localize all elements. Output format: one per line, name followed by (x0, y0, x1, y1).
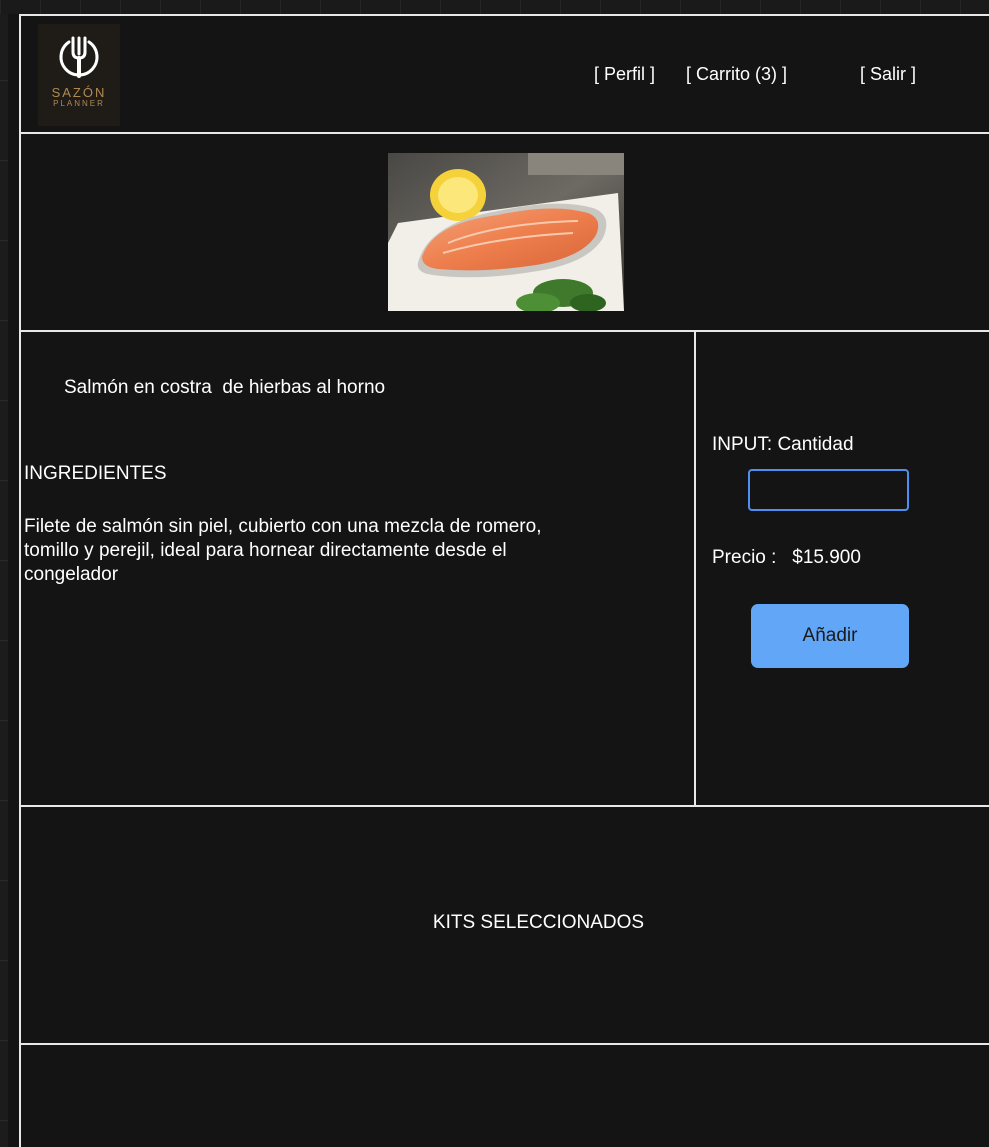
product-description: Filete de salmón sin piel, cubierto con … (24, 516, 542, 585)
nav-profile-link[interactable]: [ Perfil ] (594, 64, 655, 85)
quantity-input[interactable] (748, 469, 909, 511)
kits-heading: KITS SELECCIONADOS (432, 912, 645, 933)
logo-subtitle: PLANNER (53, 99, 105, 108)
nav-logout-link[interactable]: [ Salir ] (860, 64, 916, 85)
wireframe-canvas: SAZÓN PLANNER [ Perfil ] [ Carrito (3) ]… (0, 0, 989, 1147)
add-to-cart-button[interactable]: Añadir (751, 604, 909, 668)
price-label: Precio : $15.900 (712, 547, 861, 568)
salmon-photo-illustration (388, 153, 624, 311)
product-title: Salmón en costra de hierbas al horno (64, 377, 386, 398)
editor-top-strip (0, 0, 989, 14)
brand-logo[interactable]: SAZÓN PLANNER (38, 24, 120, 126)
ingredients-heading: INGREDIENTES (24, 463, 167, 484)
image-divider (19, 330, 989, 332)
logo-name: SAZÓN (51, 85, 107, 100)
nav-cart-link[interactable]: [ Carrito (3) ] (686, 64, 787, 85)
salmon-steak-photo (388, 153, 624, 311)
quantity-label: INPUT: Cantidad (712, 434, 854, 455)
details-column-divider (694, 330, 696, 806)
header-divider (19, 132, 989, 134)
details-divider (19, 805, 989, 807)
fork-plate-icon (59, 36, 99, 78)
kits-divider (19, 1043, 989, 1045)
editor-gutter (0, 0, 8, 1147)
